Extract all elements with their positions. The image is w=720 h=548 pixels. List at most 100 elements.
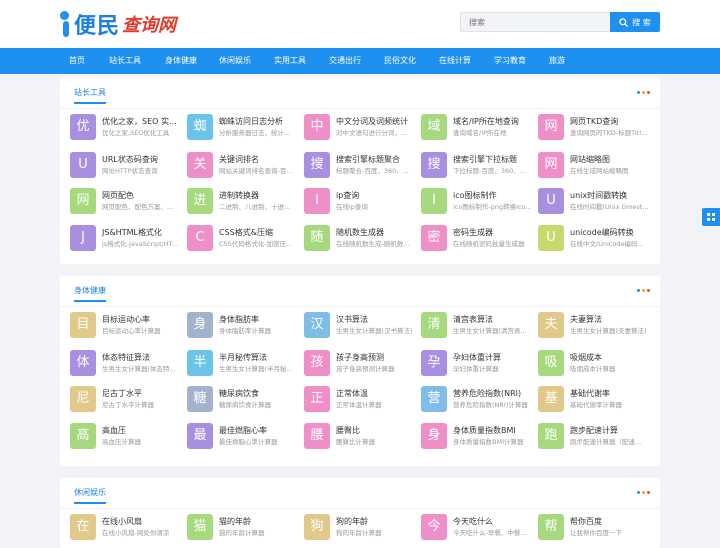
tool-item[interactable]: 蜘蜘蛛访问日志分析 分析服务器日志，统计... [187, 114, 299, 144]
tool-item[interactable]: 汉汉书算法 生男生女计算器(汉书算法) [304, 312, 416, 342]
logo-text-accent: 查询网 [122, 15, 177, 36]
section-title[interactable]: 休闲娱乐 [74, 488, 106, 504]
tool-name: unix时间戳转换 [570, 191, 628, 200]
tool-item[interactable]: 最最佳燃脂心率 最佳燃脂心率计算器 [187, 423, 299, 453]
nav-item-4[interactable]: 实用工具 [274, 48, 306, 74]
tool-item[interactable]: 基基础代谢率 基础代谢率计算器 [538, 386, 650, 416]
tool-item[interactable]: 尼尼古丁水平 尼古丁水平计算器 [70, 386, 182, 416]
tool-item[interactable]: 目目标运动心率 目标运动心率计算器 [70, 312, 182, 342]
nav-item-8[interactable]: 学习教育 [494, 48, 526, 74]
site-logo[interactable]: 便民 查询网 [60, 8, 176, 40]
nav-item-5[interactable]: 交通出行 [329, 48, 361, 74]
tool-name: 密码生成器 [453, 228, 493, 237]
tool-icon: 汉 [304, 312, 330, 338]
tool-item[interactable]: 中中文分词及词频统计 对中文语句进行分词，... [304, 114, 416, 144]
tool-item[interactable]: J JS&HTML格式化 js格式化-JavaScript/HT... [70, 225, 182, 255]
tool-item[interactable]: 身身体质量指数BMI 身体质量指数BMI计算器 [421, 423, 533, 453]
tool-name: 网站缩略图 [570, 155, 610, 164]
tool-item[interactable]: 吸吸烟成本 吸烟成本计算器 [538, 350, 650, 380]
tool-name: CSS格式&压缩 [219, 228, 273, 237]
tool-desc: 最佳燃脂心率计算器 [219, 438, 278, 446]
tool-item[interactable]: 域域名/IP所在地查询 查询域名/IP所在地 [421, 114, 533, 144]
tool-desc: 正常体温计算器 [336, 401, 382, 409]
tool-name: ico图标制作 [453, 191, 497, 200]
logo-mark-icon [60, 11, 74, 37]
tool-item[interactable]: 身身体脂肪率 身体脂肪率计算器 [187, 312, 299, 342]
nav-item-3[interactable]: 休闲娱乐 [219, 48, 251, 74]
tool-item[interactable]: 密密码生成器 在线随机密码批量生成器 [421, 225, 533, 255]
tool-name: 中文分词及词频统计 [336, 117, 408, 126]
tool-item[interactable]: 正正常体温 正常体温计算器 [304, 386, 416, 416]
tool-item[interactable]: 营营养危险指数(NRI) 营养危险指数(NRI)计算器 [421, 386, 533, 416]
tool-item[interactable]: 网网站缩略图 在线生成网站缩略图 [538, 152, 650, 182]
tool-item[interactable]: 腰腰臀比 腰臀比计算器 [304, 423, 416, 453]
tool-item[interactable]: 高高血压 高血压计算器 [70, 423, 182, 453]
tool-item[interactable]: U URL状态码查询 网址HTTP状态查询 [70, 152, 182, 182]
tool-icon: 体 [70, 350, 96, 376]
tool-name: 网页TKD查询 [570, 117, 619, 126]
nav-item-6[interactable]: 民俗文化 [384, 48, 416, 74]
tool-item[interactable]: Uunicode编码转换 在线中文/Unicode编码... [538, 225, 650, 255]
tool-item[interactable]: 优优化之家，SEO 实... 优化之家,SEO优化工具 [70, 114, 182, 144]
nav-item-1[interactable]: 站长工具 [109, 48, 141, 74]
tool-name: 高血压 [102, 426, 126, 435]
dot-icon [642, 491, 645, 494]
tool-item[interactable]: 清清宫表算法 生男生女计算器(清宫表... [421, 312, 533, 342]
site-header: 便民 查询网 搜 索 [0, 0, 720, 48]
tool-item[interactable]: 进进制转换器 二进制、八进制、十进... [187, 188, 299, 218]
tool-desc: 优化之家,SEO优化工具 [102, 129, 170, 137]
tool-icon: 正 [304, 386, 330, 412]
tool-item[interactable]: C CSS格式&压缩 CSS代码格式化-加密压... [187, 225, 299, 255]
search-input[interactable] [460, 12, 610, 32]
tool-name: 在线小风扇 [102, 517, 142, 526]
tool-icon: 吸 [538, 350, 564, 376]
tool-desc: 对中文语句进行分词，... [336, 129, 408, 137]
tool-desc: 今天吃什么-早餐、中餐... [453, 529, 527, 537]
nav-item-2[interactable]: 身体健康 [165, 48, 197, 74]
tool-item[interactable]: 搜搜索引擎标题聚合 标题聚合-百度、360、... [304, 152, 416, 182]
tool-item[interactable]: Iico图标制作 ico图标制作-png转换ico... [421, 188, 533, 218]
tool-desc: 下拉标题-百度、360、... [453, 167, 526, 175]
tool-icon: 半 [187, 350, 213, 376]
tool-name: ip查询 [336, 191, 360, 200]
tool-desc: 网址HTTP状态查询 [102, 167, 158, 175]
apps-float-button[interactable] [702, 208, 720, 226]
tool-item[interactable]: 孩孩子身高预测 孩子身高预测计算器 [304, 350, 416, 380]
more-dots-icon[interactable] [637, 491, 650, 494]
tool-item[interactable]: 随随机数生成器 在线随机数生成-随机数... [304, 225, 416, 255]
tool-name: 半月秘传算法 [219, 353, 267, 362]
section-title[interactable]: 身体健康 [74, 286, 106, 302]
tool-icon: 身 [421, 423, 447, 449]
tool-item[interactable]: Iip查询 在线ip查询 [304, 188, 416, 218]
tool-icon: 尼 [70, 386, 96, 412]
tool-item[interactable]: 网网页配色 网页配色、配色方案、... [70, 188, 182, 218]
tool-name: 关键词排名 [219, 155, 259, 164]
tool-item[interactable]: Uunix时间戳转换 在线时间戳(Unix timest... [538, 188, 650, 218]
tool-item[interactable]: 糖糖尿病饮食 糖尿病饮食计算器 [187, 386, 299, 416]
tool-item[interactable]: 跑跑步配速计算 跑步配速计算器（配速... [538, 423, 650, 453]
tool-icon: 在 [70, 514, 96, 540]
tool-item[interactable]: 网网页TKD查询 查询网页的TKD-标题Titl... [538, 114, 650, 144]
tool-name: 今天吃什么 [453, 517, 493, 526]
tool-item[interactable]: 体体态特征算法 生男生女计算器(体态特... [70, 350, 182, 380]
tool-icon: 随 [304, 225, 330, 251]
tool-icon: 密 [421, 225, 447, 251]
tool-desc: 二进制、八进制、十进... [219, 203, 291, 211]
tool-item[interactable]: 半半月秘传算法 生男生女计算器(半月秘... [187, 350, 299, 380]
nav-item-0[interactable]: 首页 [69, 48, 85, 74]
more-dots-icon[interactable] [637, 289, 650, 292]
tool-name: 搜索引擎下拉标题 [453, 155, 517, 164]
tool-icon: 跑 [538, 423, 564, 449]
search-button[interactable]: 搜 索 [610, 12, 660, 32]
tool-item[interactable]: 搜搜索引擎下拉标题 下拉标题-百度、360、... [421, 152, 533, 182]
more-dots-icon[interactable] [637, 91, 650, 94]
tool-desc: 基础代谢率计算器 [570, 401, 622, 409]
tool-item[interactable]: 孕孕妇体重计算 孕妇体重计算器 [421, 350, 533, 380]
section-title[interactable]: 站长工具 [74, 88, 106, 104]
nav-item-7[interactable]: 在线计算 [439, 48, 471, 74]
tool-item[interactable]: 关关键词排名 网站关键词排名查询-百... [187, 152, 299, 182]
tool-desc: 生男生女计算器(汉书算法) [336, 327, 413, 335]
tool-item[interactable]: 夫夫妻算法 生男生女计算器(夫妻算法) [538, 312, 650, 342]
nav-item-9[interactable]: 旅游 [549, 48, 565, 74]
tool-desc: 网站关键词排名查询-百... [219, 167, 293, 175]
